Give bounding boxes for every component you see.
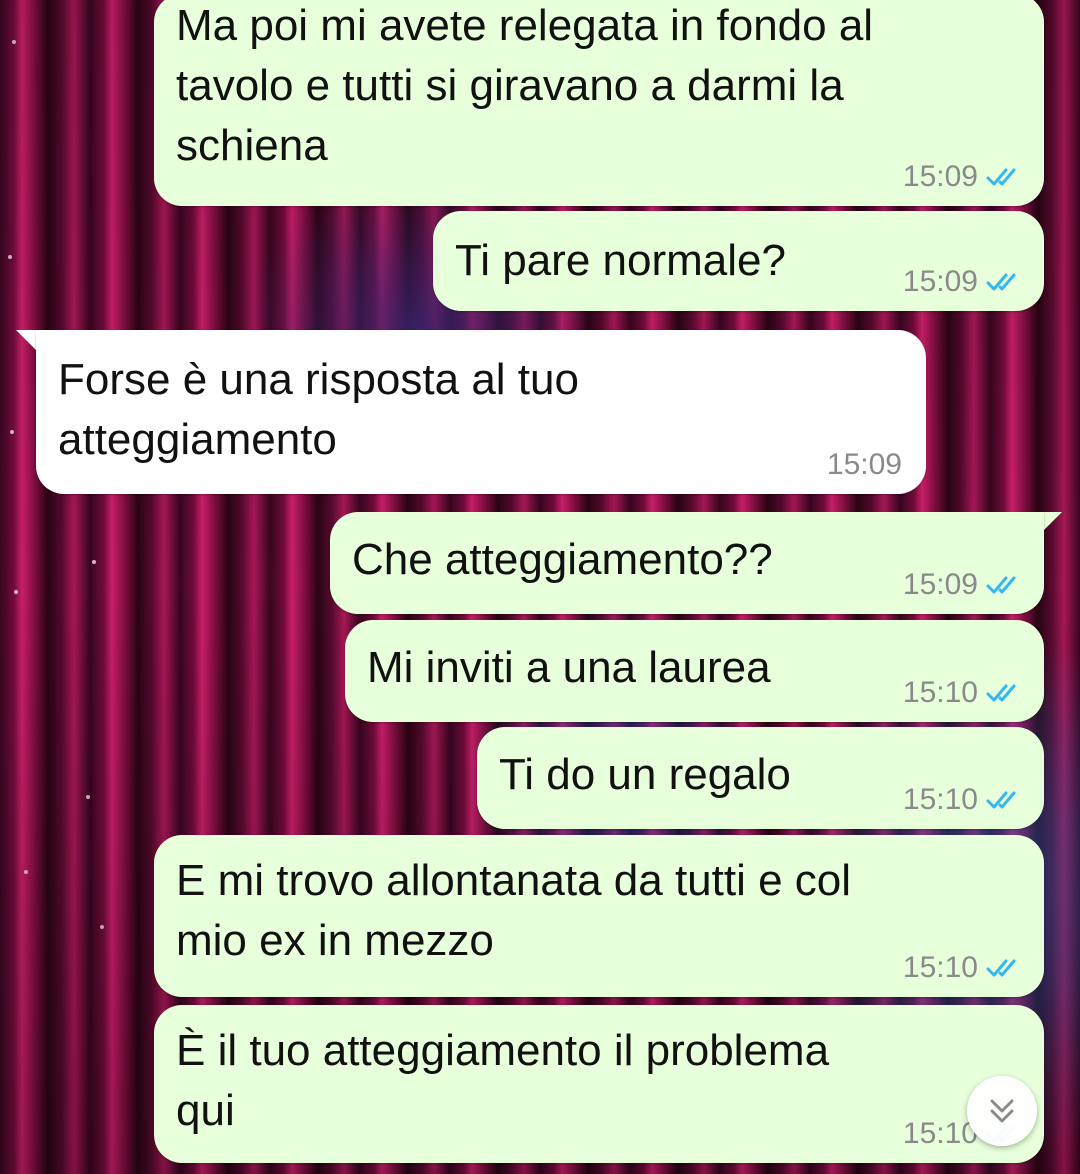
double-check-icon bbox=[986, 168, 1016, 186]
double-check-icon bbox=[986, 791, 1016, 809]
message-bubble-outgoing[interactable]: Ti do un regalo 15:10 bbox=[477, 727, 1044, 829]
message-text: Ma poi mi avete relegata in fondo al tav… bbox=[176, 1, 874, 170]
message-text: Ti do un regalo bbox=[499, 750, 791, 799]
double-check-icon bbox=[986, 576, 1016, 594]
message-bubble-outgoing[interactable]: Ma poi mi avete relegata in fondo al tav… bbox=[154, 0, 1044, 206]
message-time: 15:10 bbox=[902, 783, 978, 816]
message-time: 15:10 bbox=[902, 951, 978, 984]
message-time: 15:10 bbox=[902, 676, 978, 709]
message-bubble-outgoing[interactable]: Mi inviti a una laurea 15:10 bbox=[345, 620, 1044, 722]
message-text: E mi trovo allontanata da tutti e col mi… bbox=[176, 856, 852, 965]
message-meta: 15:09 bbox=[903, 160, 1024, 194]
message-time: 15:09 bbox=[902, 568, 978, 601]
double-check-icon bbox=[986, 684, 1016, 702]
message-text: Forse è una risposta al tuo atteggiament… bbox=[58, 355, 579, 464]
message-meta: 15:09 bbox=[903, 568, 1024, 602]
message-bubble-outgoing[interactable]: E mi trovo allontanata da tutti e col mi… bbox=[154, 835, 1044, 997]
message-text: È il tuo atteggiamento il problema qui bbox=[176, 1026, 830, 1135]
message-time: 15:09 bbox=[826, 448, 902, 481]
message-meta: 15:10 bbox=[903, 951, 1024, 985]
double-chevron-down-icon bbox=[990, 1099, 1014, 1123]
message-text: Che atteggiamento?? bbox=[352, 535, 773, 584]
message-bubble-outgoing[interactable]: Ti pare normale? 15:09 bbox=[433, 211, 1044, 311]
message-bubble-outgoing[interactable]: Che atteggiamento?? 15:09 bbox=[330, 512, 1044, 614]
bubble-tail bbox=[16, 330, 38, 352]
message-text: Ti pare normale? bbox=[455, 236, 786, 285]
scroll-to-bottom-button[interactable] bbox=[967, 1076, 1037, 1146]
chat-message-list[interactable]: Ma poi mi avete relegata in fondo al tav… bbox=[0, 0, 1080, 1174]
message-meta: 15:10 bbox=[903, 783, 1024, 817]
message-meta: 15:09 bbox=[827, 448, 902, 482]
message-meta: 15:09 bbox=[903, 265, 1024, 299]
message-bubble-incoming[interactable]: Forse è una risposta al tuo atteggiament… bbox=[36, 330, 926, 494]
message-time: 15:09 bbox=[902, 265, 978, 298]
message-text: Mi inviti a una laurea bbox=[367, 643, 771, 692]
message-time: 15:10 bbox=[902, 1117, 978, 1150]
double-check-icon bbox=[986, 959, 1016, 977]
double-check-icon bbox=[986, 273, 1016, 291]
message-bubble-outgoing[interactable]: È il tuo atteggiamento il problema qui 1… bbox=[154, 1005, 1044, 1163]
message-meta: 15:10 bbox=[903, 676, 1024, 710]
message-time: 15:09 bbox=[902, 160, 978, 193]
